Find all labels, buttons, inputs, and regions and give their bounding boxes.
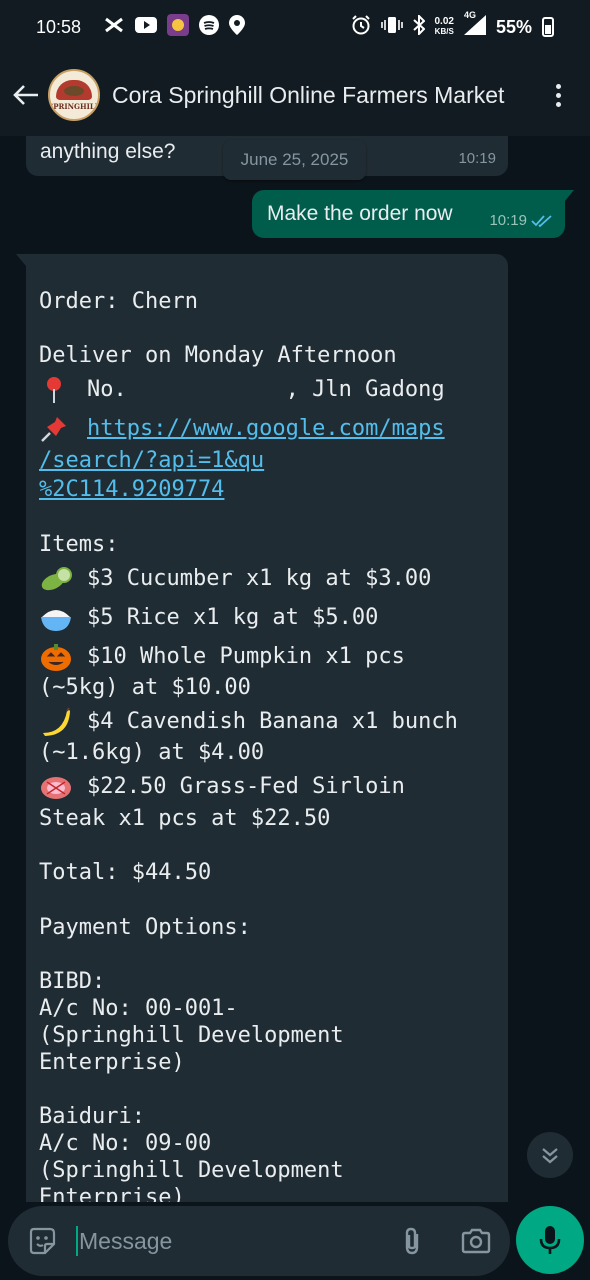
order-total: Total: $44.50 xyxy=(39,860,212,885)
map-link-line: https://www.google.com/maps xyxy=(39,414,445,444)
bank-account: A/c No: 00-001- xyxy=(39,996,238,1021)
arrow-left-icon xyxy=(13,85,38,105)
status-time: 10:58 xyxy=(36,16,82,37)
chat-header: SPRINGHILL Cora Springhill Online Farmer… xyxy=(0,54,590,136)
banana-icon xyxy=(39,707,73,737)
dot-icon xyxy=(555,101,561,107)
scroll-to-bottom-button[interactable] xyxy=(527,1132,573,1178)
pumpkin-icon xyxy=(39,642,73,672)
order-item: $3 Cucumber x1 kg at $3.00 xyxy=(39,564,431,594)
address-line: No. , Jln Gadong xyxy=(39,375,445,405)
round-pushpin-icon xyxy=(39,375,73,405)
order-item-text: $10 Whole Pumpkin x1 pcs xyxy=(87,644,405,669)
delivery-line: Deliver on Monday Afternoon xyxy=(39,343,397,368)
emoji-button[interactable] xyxy=(14,1213,70,1269)
camera-button[interactable] xyxy=(452,1217,500,1265)
order-item-text: $22.50 Grass-Fed Sirloin xyxy=(87,774,405,799)
battery-icon xyxy=(542,17,554,37)
camera-icon xyxy=(461,1228,491,1254)
address-text: No. , Jln Gadong xyxy=(87,377,445,402)
attach-button[interactable] xyxy=(388,1217,436,1265)
battery-percent: 55% xyxy=(495,16,532,37)
bluetooth-icon xyxy=(412,13,425,39)
order-item-text: $5 Rice x1 kg at $5.00 xyxy=(87,605,379,630)
network-type: 4G xyxy=(463,10,476,20)
order-item: $5 Rice x1 kg at $5.00 xyxy=(39,603,378,633)
order-item-cont: Steak x1 pcs at $22.50 xyxy=(39,806,331,831)
order-line: Order: Chern xyxy=(39,289,198,314)
items-header: Items: xyxy=(39,532,119,557)
dot-icon xyxy=(555,92,561,98)
message-time: 10:19 xyxy=(489,212,527,229)
order-item: $4 Cavendish Banana x1 bunch xyxy=(39,707,458,737)
avatar-logo xyxy=(56,79,92,100)
bank-holder: (Springhill Development xyxy=(39,1158,344,1183)
more-options-button[interactable] xyxy=(548,83,568,107)
message-meta: 10:19 xyxy=(489,212,553,229)
map-link[interactable]: %2C114.9209774 xyxy=(39,477,224,502)
signal-icon: 4G xyxy=(463,11,486,39)
payment-header: Payment Options: xyxy=(39,915,251,940)
steak-icon xyxy=(39,772,73,802)
bank-name: Baiduri: xyxy=(39,1104,145,1129)
double-chevron-down-icon xyxy=(542,1148,558,1164)
map-link-line: %2C114.9209774 xyxy=(39,476,224,503)
outgoing-message[interactable]: Make the order now 10:19 xyxy=(252,190,574,238)
message-time: 10:19 xyxy=(458,150,496,167)
network-speed-unit: KB/S xyxy=(434,27,454,36)
network-speed: 0.02 KB/S xyxy=(435,17,454,37)
capcut-icon xyxy=(103,16,125,38)
network-speed-value: 0.02 xyxy=(434,16,454,27)
status-bar: 10:58 0.02 KB/S 4G 55% xyxy=(0,0,590,54)
vibrate-icon xyxy=(380,15,403,39)
location-icon xyxy=(229,15,246,39)
pushpin-icon xyxy=(39,414,73,444)
order-item: $10 Whole Pumpkin x1 pcs xyxy=(39,642,405,672)
date-chip: June 25, 2025 xyxy=(223,140,366,180)
dot-icon xyxy=(555,83,561,89)
order-message[interactable]: Order: Chern Deliver on Monday Afternoon… xyxy=(16,254,508,1202)
back-button[interactable] xyxy=(4,73,48,117)
order-item-cont: (~5kg) at $10.00 xyxy=(39,675,251,700)
paperclip-icon xyxy=(405,1227,419,1255)
chat-title[interactable]: Cora Springhill Online Farmers Market xyxy=(112,82,504,109)
app-icon xyxy=(167,14,190,40)
alarm-icon xyxy=(351,15,371,39)
microphone-icon xyxy=(539,1226,561,1254)
message-input[interactable]: Message xyxy=(76,1226,388,1256)
bank-name: BIBD: xyxy=(39,969,106,994)
emoji-sticker-icon xyxy=(29,1227,56,1255)
order-item-text: $3 Cucumber x1 kg at $3.00 xyxy=(87,566,432,591)
message-text: anything else? xyxy=(40,140,176,163)
youtube-icon xyxy=(135,17,158,37)
cucumber-icon xyxy=(39,564,73,594)
order-item: $22.50 Grass-Fed Sirloin xyxy=(39,772,405,802)
message-text: Make the order now xyxy=(267,202,453,225)
message-composer: Message xyxy=(0,1202,590,1280)
message-placeholder: Message xyxy=(79,1227,173,1254)
map-link[interactable]: /search/?api=1&qu xyxy=(39,448,264,473)
bank-account: A/c No: 09-00 xyxy=(39,1131,212,1156)
order-item-cont: (~1.6kg) at $4.00 xyxy=(39,740,265,765)
chat-area[interactable]: anything else? 10:19 June 25, 2025 Make … xyxy=(0,136,590,1202)
rice-icon xyxy=(39,603,73,633)
double-check-icon xyxy=(531,214,552,227)
spotify-icon xyxy=(199,15,220,39)
text-cursor xyxy=(76,1226,78,1256)
bank-holder: Enterprise) xyxy=(39,1185,185,1202)
order-item-text: $4 Cavendish Banana x1 bunch xyxy=(87,709,458,734)
bank-holder: (Springhill Development xyxy=(39,1023,344,1048)
map-link[interactable]: https://www.google.com/maps xyxy=(87,416,445,441)
avatar-logo-text: SPRINGHILL xyxy=(48,101,100,111)
voice-message-button[interactable] xyxy=(516,1206,584,1274)
map-link-line: /search/?api=1&qu xyxy=(39,447,264,474)
message-field[interactable]: Message xyxy=(8,1206,510,1276)
bank-holder: Enterprise) xyxy=(39,1050,185,1075)
avatar[interactable]: SPRINGHILL xyxy=(48,69,100,121)
